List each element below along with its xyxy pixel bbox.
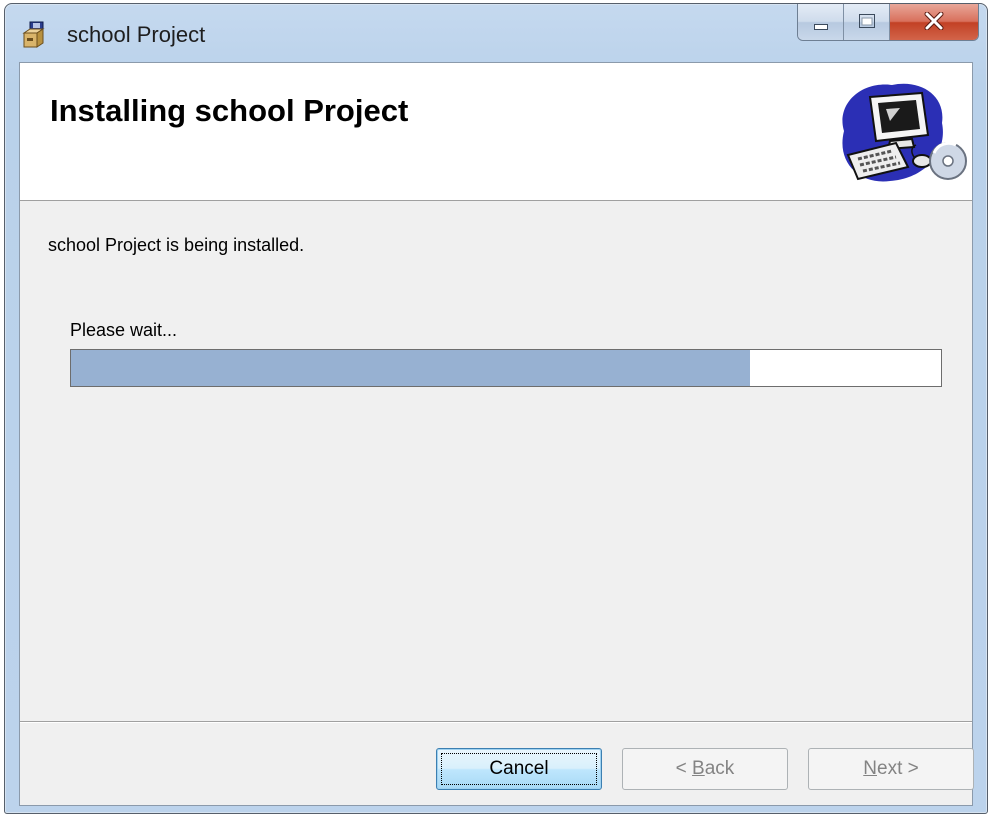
- back-button[interactable]: < Back: [622, 748, 788, 790]
- back-button-prefix: <: [675, 758, 693, 779]
- close-button[interactable]: [890, 4, 978, 40]
- close-icon: [924, 12, 944, 30]
- progress-bar-fill: [71, 350, 750, 386]
- maximize-button[interactable]: [844, 4, 890, 40]
- window-controls: [797, 4, 979, 41]
- page-title: Installing school Project: [50, 93, 409, 128]
- next-button-accelerator: N: [863, 758, 877, 779]
- button-row-divider: [20, 721, 972, 723]
- minimize-icon: [814, 24, 828, 30]
- install-status-message: school Project is being installed.: [48, 235, 305, 255]
- back-button-label: ack: [704, 758, 735, 779]
- window-title: school Project: [67, 22, 206, 47]
- focus-rectangle: [441, 753, 597, 785]
- installer-content: Installing school Project school Project…: [19, 62, 974, 806]
- header-banner: Installing school Project: [20, 63, 972, 201]
- installer-window: school Project Installing school Project…: [4, 3, 988, 814]
- title-bar[interactable]: school Project: [5, 4, 987, 62]
- next-button-label: ext >: [877, 758, 919, 779]
- computer-cd-icon: [842, 83, 967, 182]
- back-button-accelerator: B: [692, 758, 705, 779]
- installer-app-icon: [22, 21, 45, 48]
- maximize-icon: [859, 14, 875, 28]
- cancel-button[interactable]: Cancel: [436, 748, 602, 790]
- progress-label: Please wait...: [70, 320, 178, 340]
- next-button[interactable]: Next >: [808, 748, 974, 790]
- install-progress-bar: [70, 349, 942, 387]
- minimize-button[interactable]: [798, 4, 844, 40]
